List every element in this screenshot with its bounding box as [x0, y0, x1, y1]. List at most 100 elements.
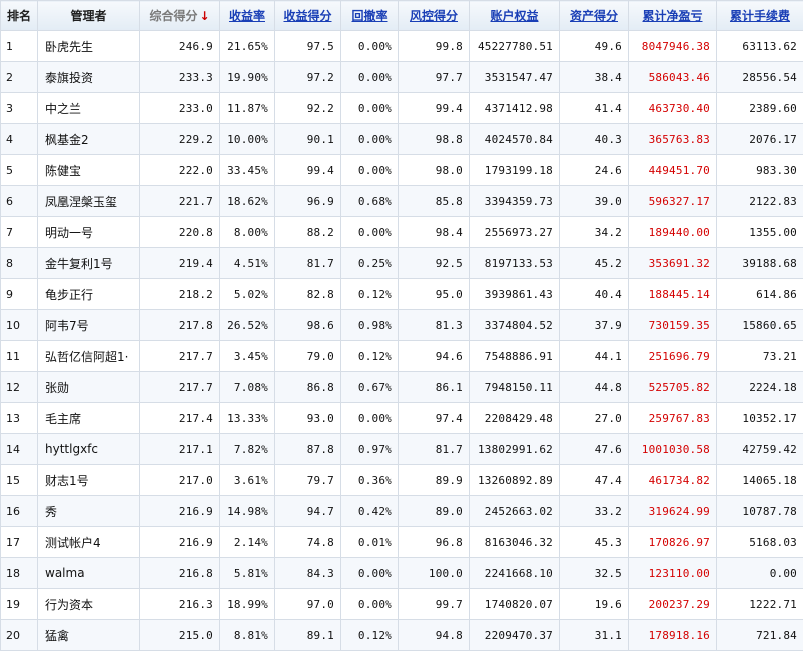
cell-risk-score: 96.8 [398, 526, 470, 558]
cell-rank: 5 [0, 154, 38, 186]
cell-manager: 金牛复利1号 [37, 247, 140, 279]
cell-equity: 2209470.37 [469, 619, 560, 651]
cell-return-rate: 21.65% [219, 30, 275, 62]
header-return-rate[interactable]: 收益率 [219, 0, 275, 31]
table-row[interactable]: 2 泰旗投资 233.3 19.90% 97.2 0.00% 97.7 3531547.47 3… [0, 61, 803, 93]
cell-return-rate: 18.62% [219, 185, 275, 217]
cell-composite-score: 217.4 [139, 402, 220, 434]
cell-composite-score: 217.8 [139, 309, 220, 341]
table-row[interactable]: 3 中之兰 233.0 11.87% 92.2 0.00% 99.4 4371412.98 41… [0, 92, 803, 124]
cell-fees: 1355.00 [716, 216, 803, 248]
cell-manager: 张勋 [37, 371, 140, 403]
cell-net-profit: 251696.79 [628, 340, 717, 372]
cell-equity: 8197133.53 [469, 247, 560, 279]
cell-equity: 2208429.48 [469, 402, 560, 434]
cell-net-profit: 170826.97 [628, 526, 717, 558]
table-row[interactable]: 1 卧虎先生 246.9 21.65% 97.5 0.00% 99.8 45227780.51… [0, 30, 803, 62]
table-row[interactable]: 10 阿韦7号 217.8 26.52% 98.6 0.98% 81.3 3374804.52… [0, 309, 803, 341]
table-row[interactable]: 20 猛禽 215.0 8.81% 89.1 0.12% 94.8 2209470.37 31.… [0, 619, 803, 651]
cell-net-profit: 353691.32 [628, 247, 717, 279]
header-net-profit[interactable]: 累计净盈亏 [628, 0, 717, 31]
table-row[interactable]: 4 枫基金2 229.2 10.00% 90.1 0.00% 98.8 4024570.84 4… [0, 123, 803, 155]
cell-return-rate: 13.33% [219, 402, 275, 434]
cell-manager: 弘哲亿信阿超1· [37, 340, 140, 372]
header-equity[interactable]: 账户权益 [469, 0, 560, 31]
cell-return-score: 82.8 [274, 278, 341, 310]
cell-fees: 73.21 [716, 340, 803, 372]
header-return-score[interactable]: 收益得分 [274, 0, 341, 31]
table-row[interactable]: 15 财志1号 217.0 3.61% 79.7 0.36% 89.9 13260892.89… [0, 464, 803, 496]
cell-return-score: 86.8 [274, 371, 341, 403]
cell-rank: 11 [0, 340, 38, 372]
cell-equity: 1740820.07 [469, 588, 560, 620]
table-row[interactable]: 11 弘哲亿信阿超1· 217.7 3.45% 79.0 0.12% 94.6 7548886… [0, 340, 803, 372]
cell-equity: 3939861.43 [469, 278, 560, 310]
cell-risk-score: 99.7 [398, 588, 470, 620]
cell-manager: 凤凰涅槃玉玺 [37, 185, 140, 217]
cell-risk-score: 85.8 [398, 185, 470, 217]
cell-fees: 2224.18 [716, 371, 803, 403]
cell-rank: 15 [0, 464, 38, 496]
cell-manager: 陈健宝 [37, 154, 140, 186]
cell-composite-score: 220.8 [139, 216, 220, 248]
cell-asset-score: 40.3 [559, 123, 629, 155]
cell-net-profit: 461734.82 [628, 464, 717, 496]
cell-net-profit: 189440.00 [628, 216, 717, 248]
cell-asset-score: 19.6 [559, 588, 629, 620]
table-row[interactable]: 7 明动一号 220.8 8.00% 88.2 0.00% 98.4 2556973.27 34… [0, 216, 803, 248]
cell-composite-score: 218.2 [139, 278, 220, 310]
cell-rank: 2 [0, 61, 38, 93]
table-row[interactable]: 9 龟步正行 218.2 5.02% 82.8 0.12% 95.0 3939861.43 40… [0, 278, 803, 310]
cell-net-profit: 319624.99 [628, 495, 717, 527]
header-composite-score[interactable]: 综合得分 ↓ [139, 0, 220, 31]
table-row[interactable]: 6 凤凰涅槃玉玺 221.7 18.62% 96.9 0.68% 85.8 3394359.7… [0, 185, 803, 217]
cell-rank: 16 [0, 495, 38, 527]
table-row[interactable]: 13 毛主席 217.4 13.33% 93.0 0.00% 97.4 2208429.48 2… [0, 402, 803, 434]
cell-equity: 4371412.98 [469, 92, 560, 124]
table-row[interactable]: 17 测试帐户4 216.9 2.14% 74.8 0.01% 96.8 8163046.32… [0, 526, 803, 558]
cell-rank: 4 [0, 123, 38, 155]
cell-return-score: 92.2 [274, 92, 341, 124]
cell-return-score: 79.0 [274, 340, 341, 372]
table-row[interactable]: 12 张勋 217.7 7.08% 86.8 0.67% 86.1 7948150.11 44.… [0, 371, 803, 403]
cell-asset-score: 47.6 [559, 433, 629, 465]
cell-rank: 13 [0, 402, 38, 434]
table-row[interactable]: 14 hyttlgxfc 217.1 7.82% 87.8 0.97% 81.7 138029… [0, 433, 803, 465]
cell-asset-score: 27.0 [559, 402, 629, 434]
cell-fees: 5168.03 [716, 526, 803, 558]
header-risk-score[interactable]: 风控得分 [398, 0, 470, 31]
header-drawdown[interactable]: 回撤率 [340, 0, 399, 31]
table-row[interactable]: 19 行为资本 216.3 18.99% 97.0 0.00% 99.7 1740820.07… [0, 588, 803, 620]
cell-composite-score: 229.2 [139, 123, 220, 155]
cell-risk-score: 81.3 [398, 309, 470, 341]
cell-rank: 10 [0, 309, 38, 341]
cell-rank: 8 [0, 247, 38, 279]
table-row[interactable]: 5 陈健宝 222.0 33.45% 99.4 0.00% 98.0 1793199.18 24… [0, 154, 803, 186]
cell-return-rate: 19.90% [219, 61, 275, 93]
table-row[interactable]: 8 金牛复利1号 219.4 4.51% 81.7 0.25% 92.5 8197133.53… [0, 247, 803, 279]
cell-equity: 7948150.11 [469, 371, 560, 403]
cell-return-rate: 7.82% [219, 433, 275, 465]
cell-fees: 983.30 [716, 154, 803, 186]
cell-fees: 2122.83 [716, 185, 803, 217]
header-manager: 管理者 [37, 0, 140, 31]
cell-composite-score: 233.0 [139, 92, 220, 124]
cell-rank: 20 [0, 619, 38, 651]
header-asset-score[interactable]: 资产得分 [559, 0, 629, 31]
cell-rank: 9 [0, 278, 38, 310]
cell-asset-score: 39.0 [559, 185, 629, 217]
cell-equity: 8163046.32 [469, 526, 560, 558]
cell-equity: 45227780.51 [469, 30, 560, 62]
cell-manager: walma [37, 557, 140, 589]
table-row[interactable]: 16 秀 216.9 14.98% 94.7 0.42% 89.0 2452663.02 33.… [0, 495, 803, 527]
cell-asset-score: 33.2 [559, 495, 629, 527]
cell-manager: 龟步正行 [37, 278, 140, 310]
cell-equity: 13260892.89 [469, 464, 560, 496]
cell-asset-score: 40.4 [559, 278, 629, 310]
cell-net-profit: 200237.29 [628, 588, 717, 620]
cell-return-score: 98.6 [274, 309, 341, 341]
cell-drawdown: 0.00% [340, 30, 399, 62]
header-fees[interactable]: 累计手续费 [716, 0, 803, 31]
table-row[interactable]: 18 walma 216.8 5.81% 84.3 0.00% 100.0 2241668.1… [0, 557, 803, 589]
cell-asset-score: 47.4 [559, 464, 629, 496]
